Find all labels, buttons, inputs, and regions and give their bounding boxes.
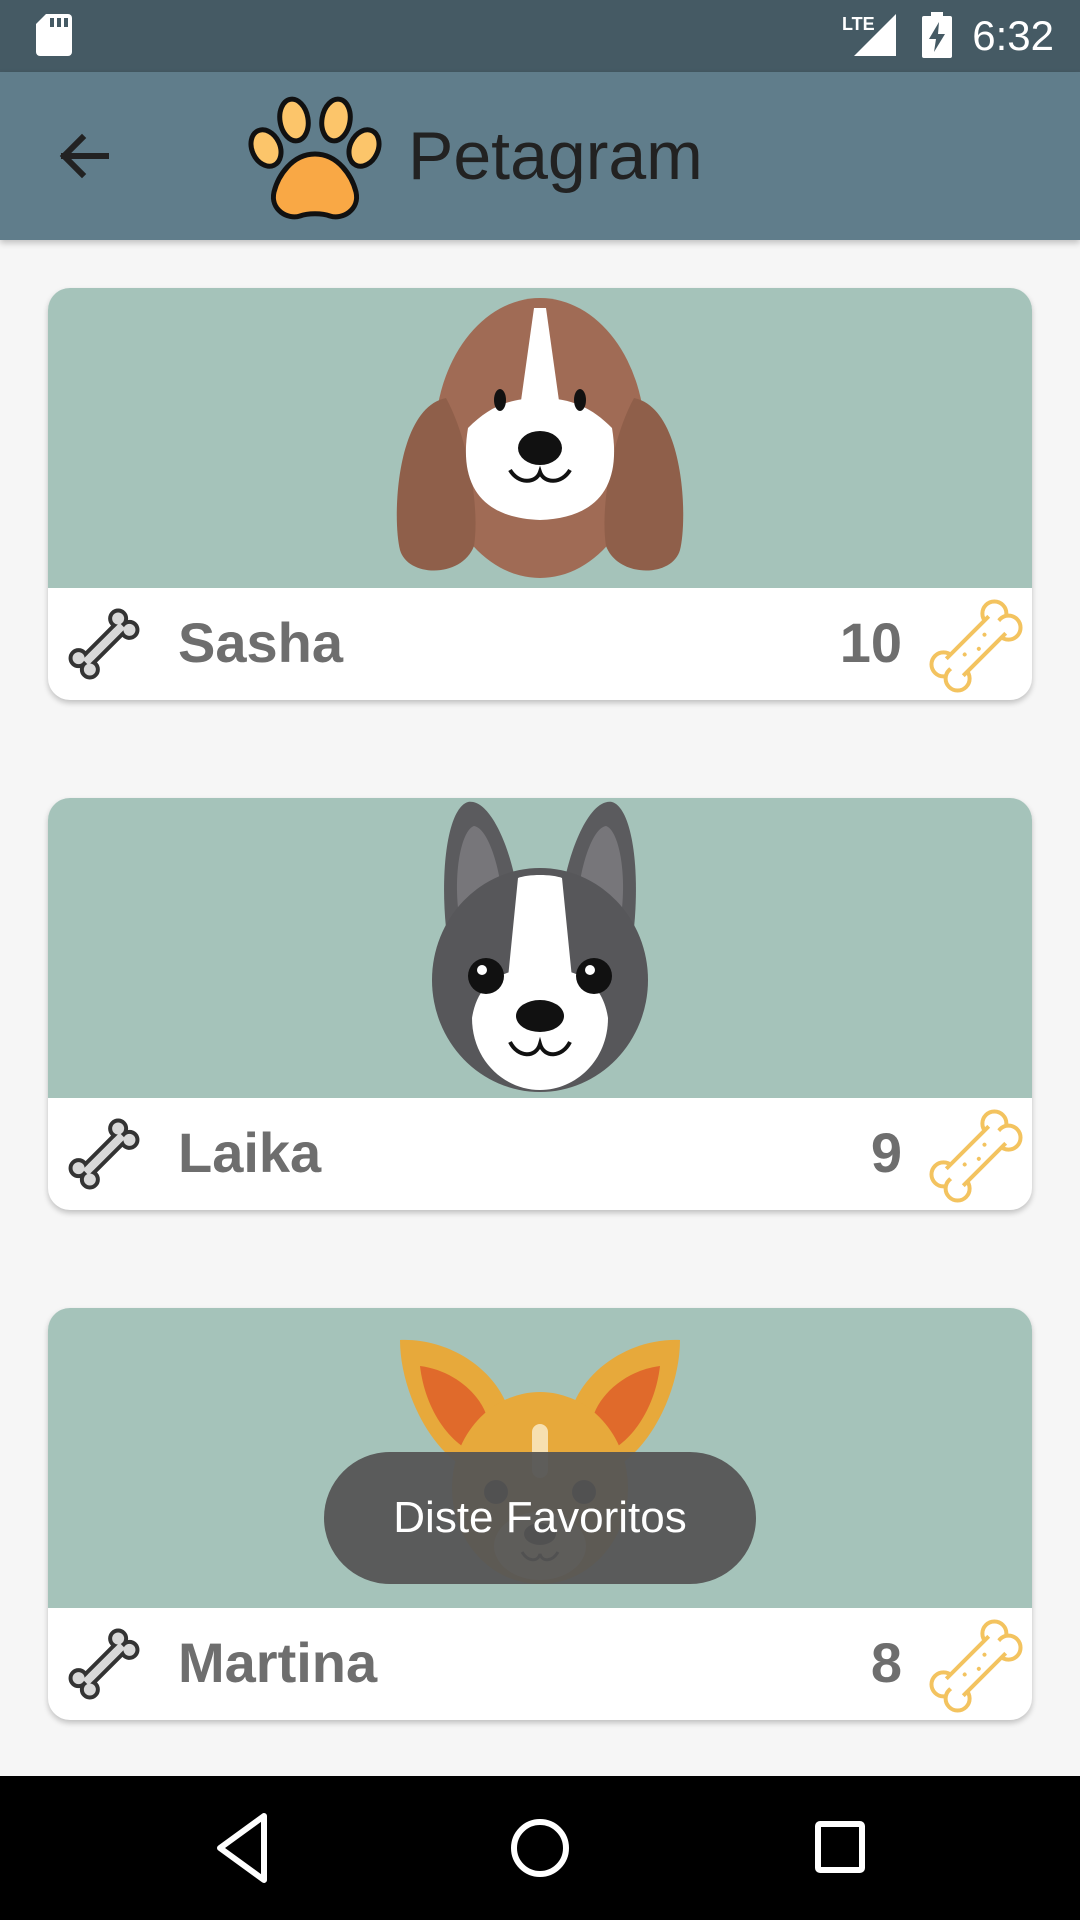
likes-bone-icon [929, 599, 1023, 693]
pet-name: Martina [178, 1631, 378, 1694]
recents-square-icon[interactable] [812, 1810, 868, 1886]
beagle-icon [396, 298, 684, 578]
battery-charging-icon [922, 12, 952, 58]
pet-footer: Sasha 10 [48, 588, 1032, 700]
arrow-left-icon[interactable] [54, 126, 114, 186]
pet-photo [48, 798, 1032, 1098]
paw-icon [248, 96, 382, 220]
pet-card[interactable]: Laika 9 [48, 798, 1032, 1210]
pet-photo [48, 288, 1032, 588]
status-bar: LTE 6:32 [0, 0, 1080, 72]
pet-like-count: 9 [870, 1121, 902, 1184]
pet-footer: Martina 8 [48, 1608, 1032, 1720]
pet-like-count: 10 [839, 611, 902, 674]
sd-card-icon [36, 14, 72, 56]
pet-like-count: 8 [870, 1631, 902, 1694]
home-circle-icon[interactable] [508, 1810, 572, 1886]
toast-message: Diste Favoritos [324, 1452, 756, 1584]
pet-footer: Laika 9 [48, 1098, 1032, 1210]
navigation-bar [0, 1776, 1080, 1920]
app-title: Petagram [408, 118, 703, 194]
rate-bone-icon[interactable] [62, 1622, 146, 1706]
lte-signal-icon: LTE [842, 14, 896, 56]
likes-bone-icon [929, 1619, 1023, 1713]
pet-card[interactable]: Sasha 10 [48, 288, 1032, 700]
status-time: 6:32 [972, 12, 1054, 59]
back-triangle-icon[interactable] [212, 1810, 272, 1886]
pet-name: Sasha [178, 611, 343, 674]
likes-bone-icon [929, 1109, 1023, 1203]
rate-bone-icon[interactable] [62, 602, 146, 686]
rate-bone-icon[interactable] [62, 1112, 146, 1196]
pet-name: Laika [178, 1121, 322, 1184]
svg-text:LTE: LTE [842, 14, 875, 34]
boston-terrier-icon [432, 801, 648, 1092]
app-bar: Petagram [0, 72, 1080, 240]
